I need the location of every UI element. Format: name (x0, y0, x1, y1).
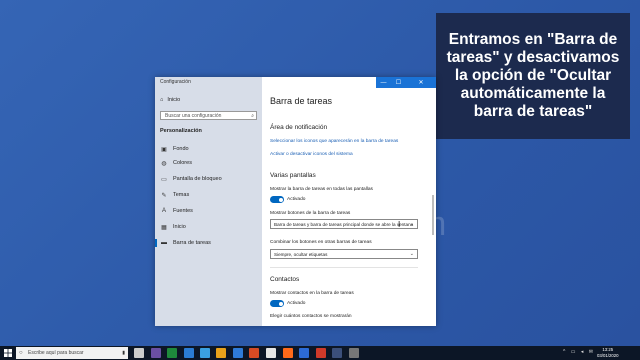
taskbar: ○ Escribe aquí para buscar ▮ ^ ▭ ◂ ✉ 13:… (0, 346, 640, 360)
combine-buttons-value: Siempre, ocultar etiquetas (274, 252, 328, 257)
section-heading-multi-display: Varias pantallas (270, 172, 316, 179)
sidebar-item-label: Fondo (173, 146, 189, 152)
combine-buttons-label: Combinar los botones en otras barras de … (270, 240, 372, 245)
app-icon-1[interactable] (151, 348, 161, 358)
page-title: Barra de tareas (270, 96, 333, 106)
system-icons-link[interactable]: Activar o desactivar iconos del sistema (270, 152, 353, 157)
window-title: Configuración (160, 79, 191, 85)
search-icon: ⌕ (251, 113, 254, 119)
app-icon-2[interactable] (167, 348, 177, 358)
sidebar-item-inicio[interactable]: ▦ Inicio (155, 220, 262, 234)
taskbar-buttons-value: Barra de tareas y barra de tareas princi… (274, 222, 414, 227)
windows-start-icon[interactable] (3, 348, 13, 358)
taskbar-buttons-select[interactable]: Barra de tareas y barra de tareas princi… (270, 219, 418, 229)
sidebar-item-pantalla-bloqueo[interactable]: ▭ Pantalla de bloqueo (155, 172, 262, 186)
clock-date: 03/01/2020 (597, 353, 619, 358)
maximize-button[interactable]: ☐ (391, 77, 406, 88)
select-taskbar-icons-link[interactable]: Seleccionar los iconos que aparecerán en… (270, 139, 398, 144)
app-icon-3[interactable] (184, 348, 194, 358)
sidebar-item-label: Temas (173, 192, 190, 198)
brush-icon: ✎ (161, 192, 167, 199)
chevron-down-icon: ⌄ (409, 251, 414, 257)
taskbar-icon: ▬ (161, 240, 167, 246)
image-icon: ▣ (161, 146, 167, 153)
show-all-displays-label: Mostrar la barra de tareas en todas las … (270, 187, 373, 192)
sidebar-home[interactable]: ⌂ Inicio (160, 97, 180, 103)
sidebar-item-fondo[interactable]: ▣ Fondo (155, 142, 262, 156)
show-contacts-label: Mostrar contactos en la barra de tareas (270, 291, 354, 296)
tutorial-caption: Entramos en "Barra de tareas" y desactiv… (436, 13, 630, 139)
chevron-down-icon: ⌄ (409, 221, 414, 227)
gear-icon[interactable] (349, 348, 359, 358)
firefox-icon[interactable] (283, 348, 293, 358)
section-heading-notification-area: Área de notificación (270, 124, 328, 131)
sidebar-section-heading: Personalización (160, 128, 202, 134)
sidebar-item-colores[interactable]: ◍ Colores (155, 156, 262, 170)
search-icon: ○ (19, 350, 23, 356)
sidebar-item-label: Colores (173, 160, 192, 166)
app-icon-4[interactable] (200, 348, 210, 358)
settings-main-pane: Barra de tareas Área de notificación Sel… (262, 77, 436, 326)
taskbar-search-input[interactable]: ○ Escribe aquí para buscar ▮ (16, 347, 128, 359)
folder-icon[interactable] (216, 348, 226, 358)
search-placeholder: Buscar una configuración (165, 113, 222, 119)
section-divider (270, 267, 418, 268)
taskbar-buttons-label: Mostrar botones de la barra de tareas (270, 211, 351, 216)
window-titlebar[interactable]: Configuración — ☐ ✕ (155, 77, 436, 88)
sidebar-item-label: Inicio (173, 224, 186, 230)
task-view-icon[interactable] (134, 348, 144, 358)
microphone-icon[interactable]: ▮ (122, 347, 125, 359)
scrollbar[interactable] (432, 195, 434, 235)
taskbar-search-placeholder: Escribe aquí para buscar (28, 350, 84, 356)
settings-search-input[interactable]: Buscar una configuración ⌕ (160, 111, 257, 120)
sidebar-item-label: Fuentes (173, 208, 193, 214)
sidebar-item-barra-tareas[interactable]: ▬ Barra de tareas (155, 236, 262, 250)
show-all-displays-state: Activado (287, 197, 306, 202)
start-icon: ▦ (161, 224, 167, 231)
sidebar-item-label: Barra de tareas (173, 240, 211, 246)
minimize-button[interactable]: — (376, 77, 391, 88)
app-icon-6[interactable] (249, 348, 259, 358)
clock[interactable]: 13:25 03/01/2020 (597, 347, 619, 359)
show-all-displays-toggle[interactable] (270, 196, 284, 203)
settings-sidebar: ⌂ Inicio Buscar una configuración ⌕ Pers… (155, 77, 262, 326)
font-icon: A (161, 208, 166, 214)
sidebar-item-fuentes[interactable]: A Fuentes (155, 204, 262, 218)
lock-screen-icon: ▭ (161, 176, 167, 183)
settings-window: ⌂ Inicio Buscar una configuración ⌕ Pers… (155, 77, 436, 326)
app-icon-9[interactable] (316, 348, 326, 358)
show-contacts-state: Activado (287, 301, 306, 306)
sidebar-item-label: Pantalla de bloqueo (173, 176, 222, 182)
app-icon-7[interactable] (266, 348, 276, 358)
system-tray-icons[interactable]: ^ ▭ ◂ ✉ (563, 349, 595, 355)
show-contacts-toggle[interactable] (270, 300, 284, 307)
home-icon: ⌂ (160, 97, 164, 103)
mouse-cursor-icon: I (398, 220, 401, 229)
section-heading-contacts: Contactos (270, 276, 300, 283)
contacts-count-label: Elegir cuántos contactos se mostrarán (270, 314, 352, 319)
palette-icon: ◍ (161, 160, 167, 167)
sidebar-home-label: Inicio (167, 97, 181, 103)
sidebar-item-temas[interactable]: ✎ Temas (155, 188, 262, 202)
combine-buttons-select[interactable]: Siempre, ocultar etiquetas ⌄ (270, 249, 418, 259)
app-icon-10[interactable] (332, 348, 342, 358)
app-icon-5[interactable] (233, 348, 243, 358)
app-icon-8[interactable] (299, 348, 309, 358)
close-button[interactable]: ✕ (406, 77, 436, 88)
